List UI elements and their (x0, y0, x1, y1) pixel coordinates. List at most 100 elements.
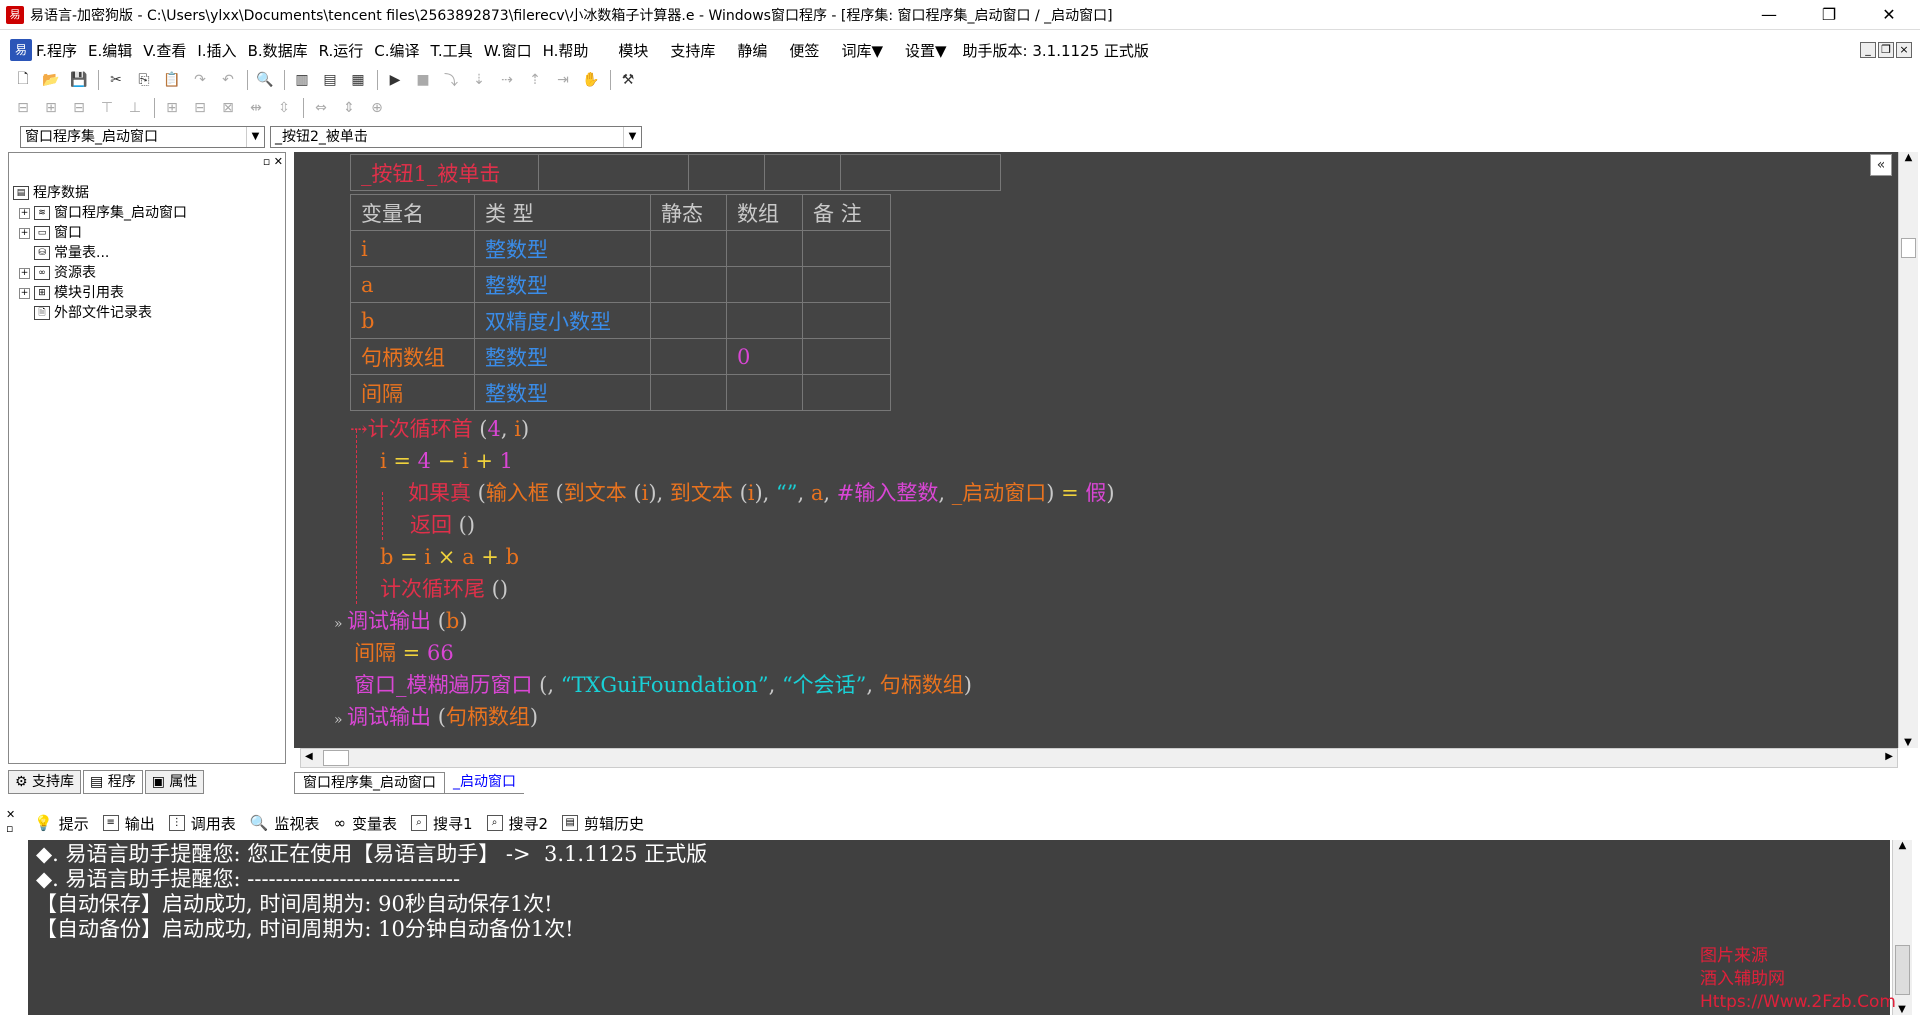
code-line-if[interactable]: 如果真 (输入框 (到文本 (i), 到文本 (i), “”, a, #输入整数… (408, 478, 1115, 508)
step-out-icon[interactable]: ⇡ (524, 69, 546, 91)
tree-item-external-files[interactable]: 🗎 外部文件记录表 (13, 303, 187, 323)
var-type[interactable]: 整数型 (474, 230, 651, 267)
menu-help[interactable]: H.帮助 (543, 40, 589, 61)
menu-database[interactable]: B.数据库 (248, 40, 308, 61)
var-static[interactable] (650, 374, 727, 411)
var-array[interactable] (726, 374, 803, 411)
tree-root[interactable]: ▤ 程序数据 (13, 183, 187, 203)
step-over-icon[interactable]: ⇢ (496, 69, 518, 91)
table-row[interactable]: a 整数型 (350, 266, 891, 303)
align-right-icon[interactable]: ⊟ (68, 97, 90, 119)
code-line-debug-handles[interactable]: » 调试输出 (句柄数组) (334, 702, 538, 732)
var-array[interactable] (726, 266, 803, 303)
var-type[interactable]: 整数型 (474, 266, 651, 303)
var-static[interactable] (650, 302, 727, 339)
code-line-assign-i[interactable]: i = 4 − i + 1 (380, 446, 513, 476)
find-icon[interactable]: 🔍 (254, 69, 276, 91)
menu-support-lib[interactable]: 支持库 (670, 40, 715, 61)
save-icon[interactable]: 💾 (68, 69, 90, 91)
new-file-icon[interactable]: 🗋 (12, 69, 34, 91)
var-name[interactable]: b (350, 302, 475, 339)
var-array[interactable]: 0 (726, 338, 803, 375)
tree-item-window[interactable]: + ▭ 窗口 (13, 223, 187, 243)
run-to-cursor-icon[interactable]: ⇥ (552, 69, 574, 91)
var-note[interactable] (802, 302, 891, 339)
menu-tools[interactable]: T.工具 (431, 40, 473, 61)
table-row[interactable]: i 整数型 (350, 230, 891, 267)
tab-program[interactable]: ▤ 程序 (83, 770, 143, 794)
tree-item-assembly[interactable]: + ≋ 窗口程序集_启动窗口 (13, 203, 187, 223)
tab-start-window[interactable]: _启动窗口 (445, 772, 524, 794)
chevron-down-icon[interactable]: ▼ (246, 127, 264, 147)
restore-button[interactable]: ❐ (1800, 0, 1858, 30)
menu-notes[interactable]: 便签 (789, 40, 819, 61)
var-static[interactable] (650, 338, 727, 375)
code-line-debug-b[interactable]: » 调试输出 (b) (334, 606, 468, 636)
tree-item-modules[interactable]: + ⊞ 模块引用表 (13, 283, 187, 303)
step-icon[interactable]: ⤵ (440, 69, 462, 91)
var-name[interactable]: a (350, 266, 475, 303)
tab-output[interactable]: ≡ 输出 (102, 813, 155, 834)
layout-3-icon[interactable]: ▦ (347, 69, 369, 91)
sub-name[interactable]: _按钮1_被单击 (350, 154, 539, 191)
chevron-down-icon[interactable]: ▼ (623, 127, 641, 147)
tree-item-constants[interactable]: ⛁ 常量表... (13, 243, 187, 263)
align-left-icon[interactable]: ⊟ (12, 97, 34, 119)
panel-close-icon[interactable]: ✕ (274, 155, 283, 168)
collapse-icon[interactable]: « (1870, 154, 1892, 176)
menu-app-icon[interactable]: 易 (10, 39, 32, 61)
mdi-minimize-icon[interactable]: _ (1860, 42, 1876, 58)
tab-support-lib[interactable]: ⚙ 支持库 (8, 770, 82, 794)
var-note[interactable] (802, 338, 891, 375)
menu-program[interactable]: F.程序 (36, 40, 77, 61)
run-icon[interactable]: ▶ (384, 69, 406, 91)
scroll-down-icon[interactable]: ▼ (1899, 737, 1917, 748)
align-vcenter-icon[interactable]: ⊥ (124, 97, 146, 119)
tree-item-resources[interactable]: + ∞ 资源表 (13, 263, 187, 283)
var-static[interactable] (650, 266, 727, 303)
var-name[interactable]: i (350, 230, 475, 267)
tab-call-stack[interactable]: ⋮ 调用表 (168, 813, 236, 834)
menu-run[interactable]: R.运行 (319, 40, 364, 61)
table-row[interactable]: 句柄数组 整数型 0 (350, 338, 891, 375)
same-height-icon[interactable]: ⊟ (189, 97, 211, 119)
hand-icon[interactable]: ✋ (580, 69, 602, 91)
helper-icon[interactable]: ⚒ (617, 69, 639, 91)
close-button[interactable]: ✕ (1860, 0, 1918, 30)
tab-watch[interactable]: 🔍 监视表 (250, 813, 320, 834)
panel-pin-icon[interactable]: ▫ (263, 155, 270, 168)
expand-icon[interactable]: + (19, 207, 30, 219)
var-name[interactable]: 句柄数组 (350, 338, 475, 375)
tab-clip-history[interactable]: ▤ 剪辑历史 (562, 813, 644, 834)
editor-horizontal-scrollbar[interactable]: ◀ ▶ (300, 748, 1898, 768)
layout-1-icon[interactable]: ▥ (291, 69, 313, 91)
align-hcenter-icon[interactable]: ⊞ (40, 97, 62, 119)
var-type[interactable]: 整数型 (474, 338, 651, 375)
var-note[interactable] (802, 230, 891, 267)
redo-icon[interactable]: ↷ (189, 69, 211, 91)
mdi-restore-icon[interactable]: ❐ (1878, 42, 1894, 58)
expand-icon[interactable]: + (19, 227, 30, 239)
menu-module[interactable]: 模块 (618, 40, 648, 61)
scroll-left-icon[interactable]: ◀ (305, 751, 313, 762)
space-v-icon[interactable]: ⇳ (273, 97, 295, 119)
tab-search2[interactable]: ⌕ 搜寻2 (486, 813, 548, 834)
code-line-return[interactable]: 返回 () (410, 510, 475, 540)
space-h-icon[interactable]: ⇹ (245, 97, 267, 119)
table-row[interactable]: b 双精度小数型 (350, 302, 891, 339)
menu-window[interactable]: W.窗口 (484, 40, 532, 61)
editor-vertical-scrollbar[interactable]: ▲ ▼ (1898, 152, 1918, 748)
code-line-loop-start[interactable]: ⇢计次循环首 (4, i) (350, 414, 529, 444)
scroll-up-icon[interactable]: ▲ (1893, 840, 1912, 851)
code-line-enum-window[interactable]: 窗口_模糊遍历窗口 (, “TXGuiFoundation”, “个会话”, 句… (354, 670, 972, 700)
tab-assembly[interactable]: 窗口程序集_启动窗口 (294, 772, 445, 794)
code-line-loop-end[interactable]: 计次循环尾 () (380, 574, 508, 604)
tab-properties[interactable]: ▣ 属性 (144, 770, 205, 794)
var-array[interactable] (726, 230, 803, 267)
same-size-icon[interactable]: ⊠ (217, 97, 239, 119)
var-note[interactable] (802, 266, 891, 303)
menu-static-compile[interactable]: 静编 (737, 40, 767, 61)
mdi-close-icon[interactable]: × (1896, 42, 1912, 58)
stop-icon[interactable]: ■ (412, 69, 434, 91)
paste-icon[interactable]: 📋 (161, 69, 183, 91)
